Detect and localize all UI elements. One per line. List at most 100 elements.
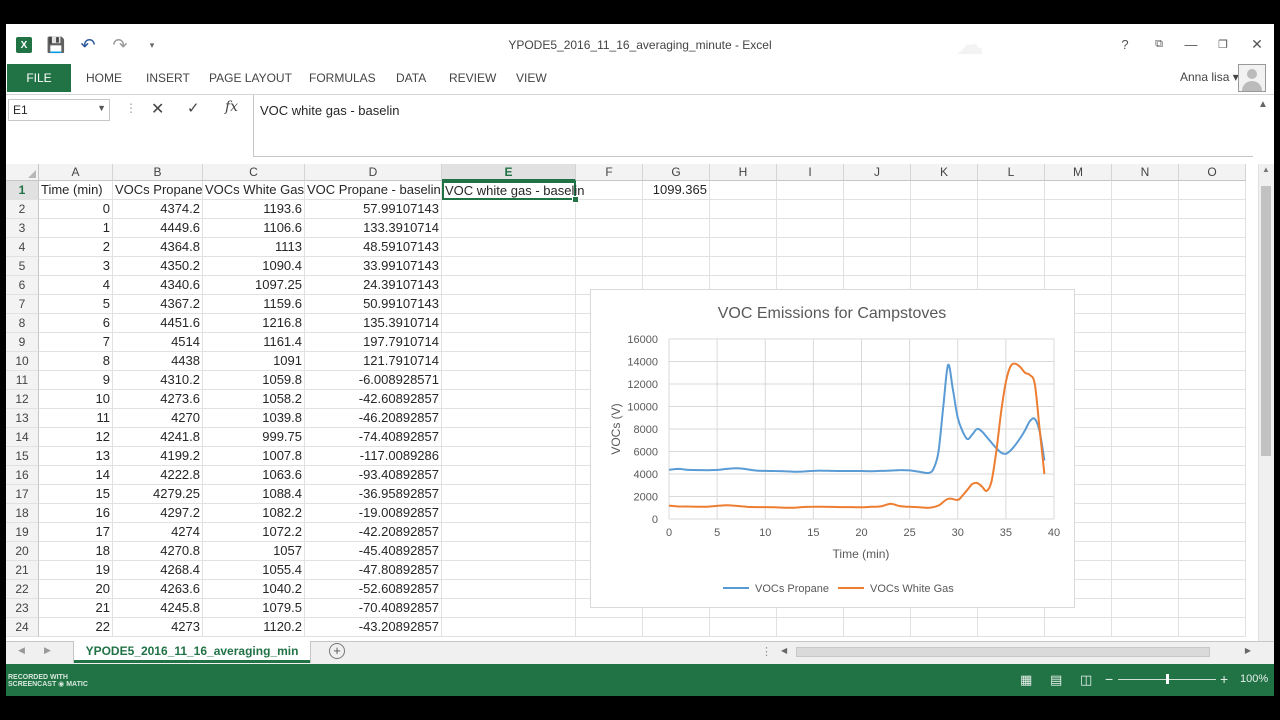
restore-button[interactable]: ❐ bbox=[1210, 34, 1236, 54]
empty-cell[interactable] bbox=[978, 257, 1045, 276]
table-cell[interactable]: 6 bbox=[39, 314, 113, 333]
table-cell[interactable]: 1088.4 bbox=[203, 485, 305, 504]
empty-cell[interactable] bbox=[1112, 485, 1179, 504]
empty-cell[interactable] bbox=[1179, 257, 1246, 276]
cell-a1[interactable]: Time (min) bbox=[39, 181, 113, 200]
row-header[interactable]: 16 bbox=[6, 466, 39, 485]
collapse-formula-bar-icon[interactable]: ▲ bbox=[1258, 99, 1268, 110]
empty-cell[interactable] bbox=[1179, 409, 1246, 428]
empty-cell[interactable] bbox=[442, 352, 576, 371]
table-cell[interactable]: 1059.8 bbox=[203, 371, 305, 390]
next-sheet-icon[interactable]: ▶ bbox=[44, 645, 51, 656]
cell-i1[interactable] bbox=[777, 181, 844, 200]
table-cell[interactable]: 4279.25 bbox=[113, 485, 203, 504]
cancel-icon[interactable]: ✕ bbox=[151, 99, 164, 119]
fill-handle[interactable] bbox=[572, 196, 579, 203]
table-cell[interactable]: 1 bbox=[39, 219, 113, 238]
row-header[interactable]: 6 bbox=[6, 276, 39, 295]
table-cell[interactable]: 15 bbox=[39, 485, 113, 504]
empty-cell[interactable] bbox=[442, 542, 576, 561]
empty-cell[interactable] bbox=[643, 618, 710, 637]
empty-cell[interactable] bbox=[1112, 618, 1179, 637]
table-cell[interactable]: 1090.4 bbox=[203, 257, 305, 276]
cell-f1[interactable] bbox=[576, 181, 643, 200]
table-cell[interactable]: 50.99107143 bbox=[305, 295, 442, 314]
table-cell[interactable]: 1120.2 bbox=[203, 618, 305, 637]
empty-cell[interactable] bbox=[442, 295, 576, 314]
empty-cell[interactable] bbox=[576, 618, 643, 637]
row-header[interactable]: 23 bbox=[6, 599, 39, 618]
column-header-o[interactable]: O bbox=[1179, 164, 1246, 181]
row-header[interactable]: 5 bbox=[6, 257, 39, 276]
table-cell[interactable]: 13 bbox=[39, 447, 113, 466]
previous-sheet-icon[interactable]: ◀ bbox=[18, 645, 25, 656]
empty-cell[interactable] bbox=[1112, 371, 1179, 390]
name-box[interactable]: E1 ▼ bbox=[8, 99, 110, 121]
tab-insert[interactable]: INSERT bbox=[146, 64, 190, 92]
empty-cell[interactable] bbox=[978, 618, 1045, 637]
cell-j1[interactable] bbox=[844, 181, 911, 200]
empty-cell[interactable] bbox=[576, 257, 643, 276]
empty-cell[interactable] bbox=[442, 371, 576, 390]
row-header[interactable]: 13 bbox=[6, 409, 39, 428]
tab-file[interactable]: FILE bbox=[7, 64, 71, 92]
table-cell[interactable]: 197.7910714 bbox=[305, 333, 442, 352]
table-cell[interactable]: 17 bbox=[39, 523, 113, 542]
empty-cell[interactable] bbox=[710, 257, 777, 276]
table-cell[interactable]: -117.0089286 bbox=[305, 447, 442, 466]
empty-cell[interactable] bbox=[777, 257, 844, 276]
table-cell[interactable]: 1097.25 bbox=[203, 276, 305, 295]
empty-cell[interactable] bbox=[1045, 257, 1112, 276]
empty-cell[interactable] bbox=[1179, 390, 1246, 409]
empty-cell[interactable] bbox=[1179, 200, 1246, 219]
empty-cell[interactable] bbox=[1112, 314, 1179, 333]
formula-bar-grip-icon[interactable]: ⋮ bbox=[125, 101, 137, 115]
table-cell[interactable]: 4310.2 bbox=[113, 371, 203, 390]
scroll-left-icon[interactable]: ◀ bbox=[781, 646, 787, 655]
table-cell[interactable]: 999.75 bbox=[203, 428, 305, 447]
table-cell[interactable]: 4374.2 bbox=[113, 200, 203, 219]
table-cell[interactable]: 133.3910714 bbox=[305, 219, 442, 238]
empty-cell[interactable] bbox=[1045, 200, 1112, 219]
empty-cell[interactable] bbox=[442, 200, 576, 219]
page-layout-view-icon[interactable]: ▤ bbox=[1050, 672, 1062, 688]
table-cell[interactable]: -43.20892857 bbox=[305, 618, 442, 637]
table-cell[interactable]: -46.20892857 bbox=[305, 409, 442, 428]
empty-cell[interactable] bbox=[442, 466, 576, 485]
empty-cell[interactable] bbox=[844, 257, 911, 276]
empty-cell[interactable] bbox=[710, 618, 777, 637]
table-cell[interactable]: -93.40892857 bbox=[305, 466, 442, 485]
tab-home[interactable]: HOME bbox=[86, 64, 122, 92]
page-break-view-icon[interactable]: ◫ bbox=[1080, 672, 1092, 688]
table-cell[interactable]: 9 bbox=[39, 371, 113, 390]
table-cell[interactable]: 12 bbox=[39, 428, 113, 447]
tab-review[interactable]: REVIEW bbox=[449, 64, 496, 92]
row-header[interactable]: 22 bbox=[6, 580, 39, 599]
column-header-j[interactable]: J bbox=[844, 164, 911, 181]
empty-cell[interactable] bbox=[1179, 504, 1246, 523]
table-cell[interactable]: 4270 bbox=[113, 409, 203, 428]
table-cell[interactable]: 2 bbox=[39, 238, 113, 257]
row-header[interactable]: 3 bbox=[6, 219, 39, 238]
empty-cell[interactable] bbox=[1112, 599, 1179, 618]
table-cell[interactable]: 1055.4 bbox=[203, 561, 305, 580]
table-cell[interactable]: 4438 bbox=[113, 352, 203, 371]
empty-cell[interactable] bbox=[1045, 618, 1112, 637]
empty-cell[interactable] bbox=[911, 618, 978, 637]
empty-cell[interactable] bbox=[777, 238, 844, 257]
column-header-l[interactable]: L bbox=[978, 164, 1045, 181]
row-header[interactable]: 12 bbox=[6, 390, 39, 409]
empty-cell[interactable] bbox=[777, 618, 844, 637]
zoom-slider-thumb[interactable] bbox=[1165, 674, 1169, 684]
table-cell[interactable]: 1216.8 bbox=[203, 314, 305, 333]
cell-c1[interactable]: VOCs White Gas bbox=[203, 181, 305, 200]
table-cell[interactable]: 4364.8 bbox=[113, 238, 203, 257]
empty-cell[interactable] bbox=[1179, 618, 1246, 637]
table-cell[interactable]: 24.39107143 bbox=[305, 276, 442, 295]
empty-cell[interactable] bbox=[1179, 561, 1246, 580]
empty-cell[interactable] bbox=[442, 333, 576, 352]
table-cell[interactable]: 1079.5 bbox=[203, 599, 305, 618]
cell-l1[interactable] bbox=[978, 181, 1045, 200]
table-cell[interactable]: 0 bbox=[39, 200, 113, 219]
column-header-i[interactable]: I bbox=[777, 164, 844, 181]
